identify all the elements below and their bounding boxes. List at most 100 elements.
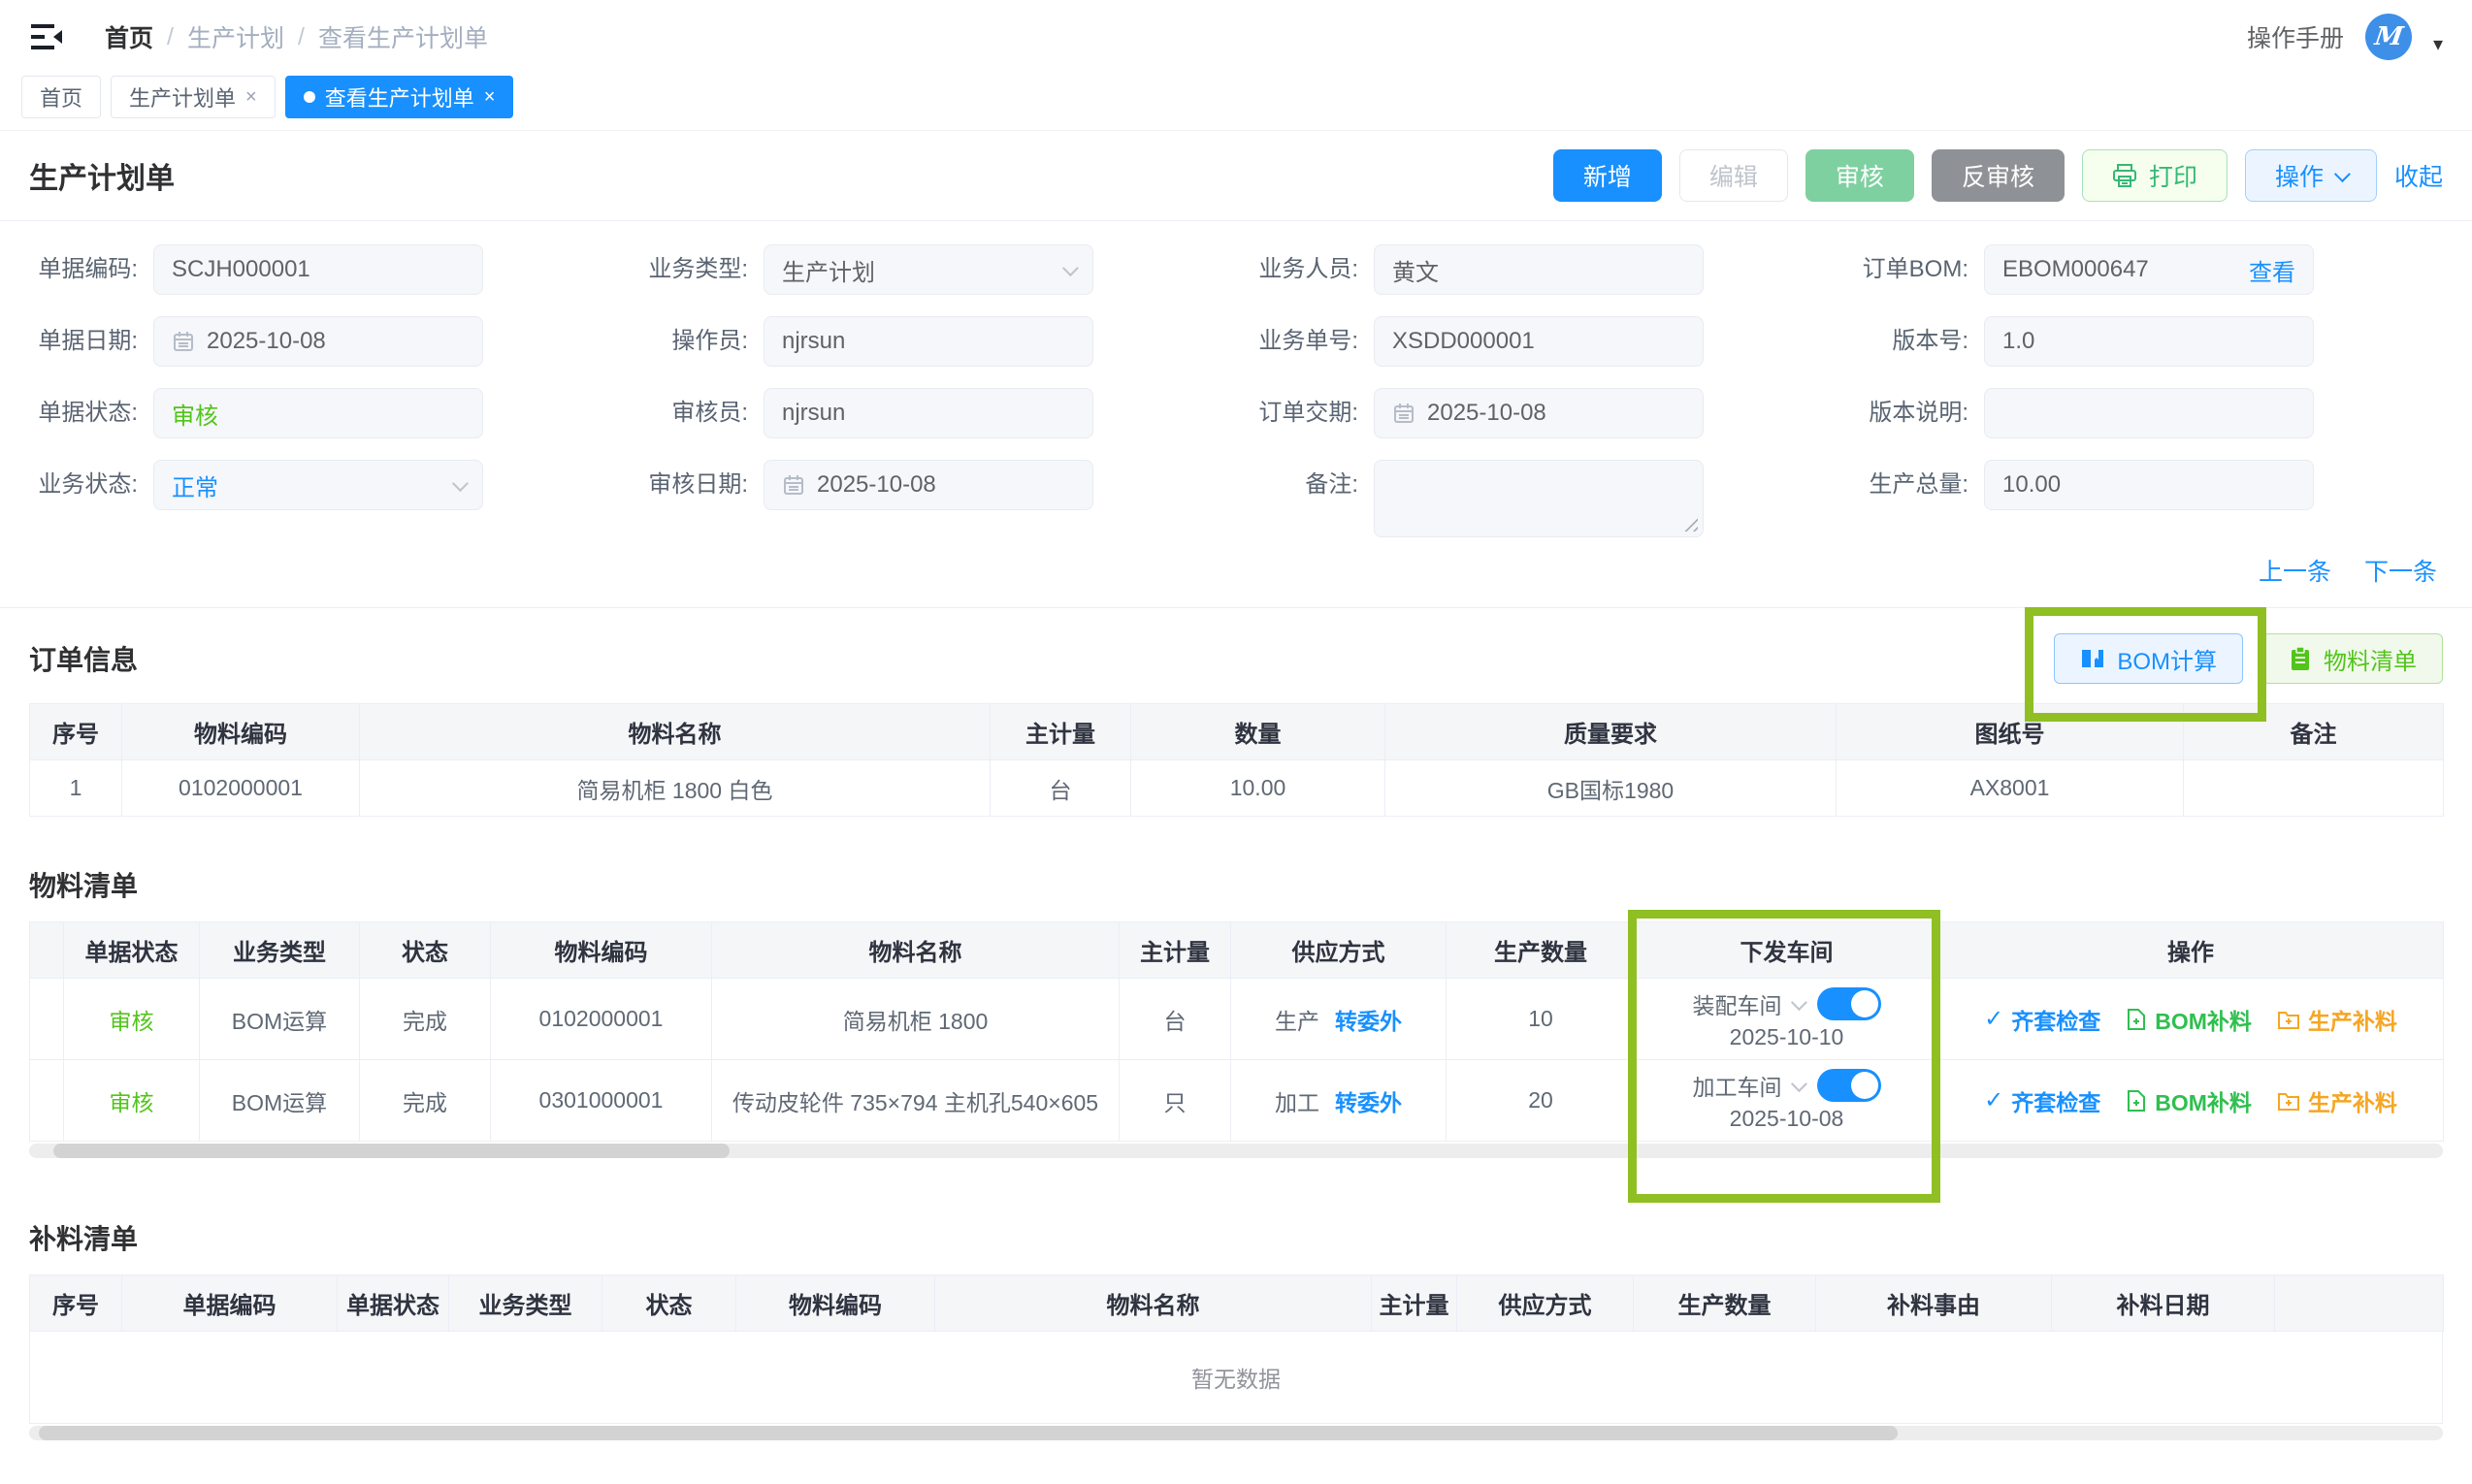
table-row[interactable]: 1 0102000001 简易机柜 1800 白色 台 10.00 GB国标19… (30, 760, 2444, 817)
avatar[interactable]: M (2365, 14, 2412, 60)
biz-person-field[interactable]: 黄文 (1374, 244, 1704, 295)
topbar-right: 操作手册 M ▾ (2247, 14, 2443, 60)
col-header: 供应方式 (1231, 922, 1447, 979)
horizontal-scrollbar[interactable] (29, 1144, 2443, 1158)
calendar-icon (1392, 402, 1415, 425)
field-label: 版本号: (1860, 316, 1984, 367)
total-qty-field[interactable]: 10.00 (1984, 460, 2314, 510)
field-label: 业务人员: (1250, 244, 1374, 295)
order-bom-field[interactable]: EBOM000647查看 (1984, 244, 2314, 295)
bom-calc-button[interactable]: BOM计算 (2054, 633, 2243, 684)
col-header: 主计量 (1372, 1275, 1457, 1332)
tab-production-plan-list[interactable]: 生产计划单 × (111, 76, 276, 118)
scrollbar-thumb[interactable] (53, 1144, 730, 1158)
empty-state: 暂无数据 (29, 1332, 2443, 1424)
to-outsource-link[interactable]: 转委外 (1335, 1003, 1402, 1036)
col-header: 单据编码 (122, 1275, 338, 1332)
horizontal-scrollbar[interactable] (29, 1426, 2443, 1440)
divider (0, 607, 2472, 608)
view-bom-link[interactable]: 查看 (2249, 253, 2295, 287)
workshop-select[interactable]: 装配车间 (1693, 987, 1804, 1020)
audit-button[interactable]: 审核 (1805, 149, 1914, 202)
field-label: 业务状态: (29, 460, 153, 510)
breadcrumb-production-plan[interactable]: 生产计划 (187, 19, 284, 54)
folder-plus-icon (2277, 1009, 2300, 1030)
breadcrumb-current: 查看生产计划单 (318, 19, 488, 54)
clipboard-icon (2289, 646, 2312, 671)
prev-record-link[interactable]: 上一条 (2259, 553, 2331, 588)
field-label: 单据编码: (29, 244, 153, 295)
dispatch-toggle-on[interactable] (1817, 987, 1881, 1020)
col-header: 备注 (2184, 704, 2444, 760)
user-menu-caret-icon[interactable]: ▾ (2433, 32, 2443, 56)
kit-check-action[interactable]: ✓齐套检查 (1984, 1003, 2100, 1036)
field-label: 版本说明: (1860, 388, 1984, 438)
manual-link[interactable]: 操作手册 (2247, 19, 2344, 54)
breadcrumb-home[interactable]: 首页 (105, 19, 153, 54)
record-pager: 上一条 下一条 (29, 553, 2437, 588)
doc-date-field[interactable]: 2025-10-08 (153, 316, 483, 367)
tab-view-production-plan[interactable]: 查看生产计划单 × (285, 76, 514, 118)
table-row[interactable]: 审核 BOM运算 完成 0301000001 传动皮轮件 735×794 主机孔… (30, 1060, 2444, 1142)
order-due-date-field[interactable]: 2025-10-08 (1374, 388, 1704, 438)
print-button[interactable]: 打印 (2082, 149, 2228, 202)
sidebar-collapse-icon[interactable] (29, 22, 64, 51)
bom-replenish-action[interactable]: BOM补料 (2126, 1003, 2252, 1036)
next-record-link[interactable]: 下一条 (2364, 553, 2437, 588)
tab-close-icon[interactable]: × (484, 86, 496, 109)
scrollbar-thumb[interactable] (39, 1426, 1898, 1440)
collapse-link[interactable]: 收起 (2394, 158, 2443, 193)
production-replenish-action[interactable]: 生产补料 (2277, 1003, 2397, 1036)
tab-close-icon[interactable]: × (245, 86, 257, 109)
unaudit-button[interactable]: 反审核 (1932, 149, 2065, 202)
production-replenish-action[interactable]: 生产补料 (2277, 1084, 2397, 1117)
tab-label: 首页 (40, 81, 82, 113)
edit-button[interactable]: 编辑 (1679, 149, 1788, 202)
col-header: 数量 (1131, 704, 1385, 760)
doc-code-field[interactable]: SCJH000001 (153, 244, 483, 295)
col-header: 主计量 (991, 704, 1131, 760)
actions-dropdown-button[interactable]: 操作 (2245, 149, 2377, 202)
col-header: 生产数量 (1634, 1275, 1816, 1332)
bom-replenish-action[interactable]: BOM补料 (2126, 1084, 2252, 1117)
version-note-field[interactable] (1984, 388, 2314, 438)
breadcrumb-separator: / (298, 23, 305, 51)
doc-status-field[interactable]: 审核 (153, 388, 483, 438)
col-header-blank (30, 922, 64, 979)
col-header: 状态 (360, 922, 491, 979)
audit-date-field[interactable]: 2025-10-08 (764, 460, 1093, 510)
col-header: 物料名称 (360, 704, 991, 760)
table-row[interactable]: 审核 BOM运算 完成 0102000001 简易机柜 1800 台 生产转委外… (30, 979, 2444, 1060)
to-outsource-link[interactable]: 转委外 (1335, 1084, 1402, 1117)
order-info-title: 订单信息 (29, 639, 138, 678)
tab-home[interactable]: 首页 (21, 76, 101, 118)
breadcrumb: 首页 / 生产计划 / 查看生产计划单 (105, 19, 488, 54)
biz-doc-no-field[interactable]: XSDD000001 (1374, 316, 1704, 367)
workshop-select[interactable]: 加工车间 (1693, 1069, 1804, 1102)
page: 首页 / 生产计划 / 查看生产计划单 操作手册 M ▾ 首页 生产计划单 × … (0, 0, 2472, 1484)
chevron-down-icon (1062, 260, 1079, 276)
kit-check-action[interactable]: ✓齐套检查 (1984, 1084, 2100, 1117)
chevron-down-icon (2334, 166, 2351, 182)
chevron-down-icon (452, 475, 469, 492)
dispatch-toggle-on[interactable] (1817, 1069, 1881, 1102)
add-button[interactable]: 新增 (1553, 149, 1662, 202)
col-header: 业务类型 (449, 1275, 602, 1332)
tab-bar: 首页 生产计划单 × 查看生产计划单 × (0, 74, 2472, 131)
auditor-field[interactable]: njrsun (764, 388, 1093, 438)
biz-status-select[interactable]: 正常 (153, 460, 483, 510)
field-label: 单据状态: (29, 388, 153, 438)
biz-type-select[interactable]: 生产计划 (764, 244, 1093, 295)
remark-textarea[interactable] (1374, 460, 1704, 537)
version-field[interactable]: 1.0 (1984, 316, 2314, 367)
table-header-row: 单据状态 业务类型 状态 物料编码 物料名称 主计量 供应方式 生产数量 下发车… (30, 922, 2444, 979)
col-header: 图纸号 (1837, 704, 2184, 760)
chevron-down-icon (1790, 994, 1806, 1011)
operator-field[interactable]: njrsun (764, 316, 1093, 367)
field-label: 业务单号: (1250, 316, 1374, 367)
material-list-button[interactable]: 物料清单 (2262, 633, 2443, 684)
order-info-actions: BOM计算 物料清单 (2054, 633, 2443, 684)
title-row: 生产计划单 新增 编辑 审核 反审核 打印 操作 收起 (29, 131, 2443, 220)
check-icon: ✓ (1984, 1086, 2003, 1114)
col-header: 状态 (602, 1275, 736, 1332)
